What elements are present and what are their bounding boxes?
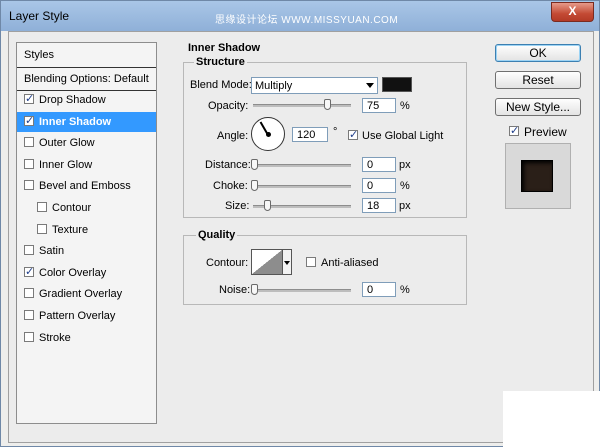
effect-item-satin[interactable]: Satin <box>17 241 156 261</box>
distance-unit: px <box>399 159 411 171</box>
effect-checkbox[interactable] <box>24 265 34 278</box>
size-unit: px <box>399 200 411 212</box>
preview-thumbnail <box>505 143 571 209</box>
effect-item-contour[interactable]: Contour <box>17 198 156 218</box>
structure-title: Structure <box>194 56 247 68</box>
effect-checkbox[interactable] <box>24 158 34 169</box>
effect-checkbox[interactable] <box>24 288 34 299</box>
effect-item-drop-shadow[interactable]: Drop Shadow <box>17 90 156 110</box>
effect-checkbox[interactable] <box>37 202 47 212</box>
contour-label: Contour: <box>206 257 249 269</box>
choke-slider-thumb[interactable] <box>251 180 258 191</box>
choke-label: Choke: <box>213 180 248 192</box>
noise-slider-thumb[interactable] <box>251 284 258 295</box>
panel-title: Inner Shadow <box>188 42 261 54</box>
quality-title: Quality <box>196 229 238 241</box>
distance-input[interactable]: 0 <box>362 157 396 172</box>
anti-aliased-label: Anti-aliased <box>321 257 379 269</box>
effect-checkbox[interactable] <box>24 180 34 191</box>
distance-slider-track[interactable] <box>253 164 351 167</box>
blend-mode-select[interactable]: Multiply <box>251 77 378 94</box>
reset-button[interactable]: Reset <box>495 71 581 89</box>
effect-label: Bevel and Emboss <box>39 180 131 193</box>
effect-label: Drop Shadow <box>39 94 106 106</box>
effect-item-stroke[interactable]: Stroke <box>17 328 156 348</box>
opacity-input[interactable]: 75 <box>362 98 396 113</box>
distance-slider-thumb[interactable] <box>251 159 258 170</box>
styles-list: Styles Blending Options: Default Drop Sh… <box>16 42 157 424</box>
window-title: Layer Style <box>9 9 70 23</box>
effect-label: Outer Glow <box>39 137 95 150</box>
preview-label: Preview <box>524 125 567 139</box>
blend-mode-value: Multiply <box>255 80 293 92</box>
effect-label: Satin <box>39 245 65 258</box>
effect-checkbox[interactable] <box>24 137 34 148</box>
effect-item-pattern-overlay[interactable]: Pattern Overlay <box>17 306 156 326</box>
ok-button[interactable]: OK <box>495 44 581 62</box>
effect-label: Inner Shadow <box>39 115 112 128</box>
opacity-label: Opacity: <box>208 100 249 112</box>
effect-item-inner-glow[interactable]: Inner Glow <box>17 155 156 175</box>
noise-unit: % <box>400 284 410 296</box>
blank-area <box>503 391 600 447</box>
new-style-button[interactable]: New Style... <box>495 98 581 116</box>
effect-label: Color Overlay <box>39 266 107 279</box>
effect-item-gradient-overlay[interactable]: Gradient Overlay <box>17 284 156 304</box>
contour-picker[interactable] <box>251 249 283 275</box>
size-label: Size: <box>225 200 250 212</box>
effect-checkbox[interactable] <box>24 331 34 342</box>
effect-item-inner-shadow[interactable]: Inner Shadow <box>17 111 156 132</box>
size-slider-thumb[interactable] <box>264 200 271 211</box>
choke-slider-track[interactable] <box>253 185 351 188</box>
watermark-text: 思缘设计论坛 WWW.MISSYUAN.COM <box>215 15 399 26</box>
choke-unit: % <box>400 180 410 192</box>
noise-input[interactable]: 0 <box>362 282 396 297</box>
effect-checkbox[interactable] <box>24 245 34 256</box>
noise-slider-track[interactable] <box>253 289 351 292</box>
angle-input[interactable]: 120 <box>292 127 328 142</box>
angle-dial[interactable] <box>251 117 285 151</box>
effect-checkbox[interactable] <box>37 223 47 234</box>
chevron-down-icon[interactable] <box>283 249 292 275</box>
close-icon: X <box>568 4 577 18</box>
choke-input[interactable]: 0 <box>362 178 396 193</box>
effect-item-bevel-and-emboss[interactable]: Bevel and Emboss <box>17 176 156 196</box>
preview-swatch <box>521 160 553 192</box>
blending-options-item[interactable]: Blending Options: Default <box>17 69 156 91</box>
preview-checkbox[interactable] <box>509 124 519 137</box>
effect-label: Pattern Overlay <box>39 310 116 322</box>
styles-header[interactable]: Styles <box>17 43 156 68</box>
blend-mode-label: Blend Mode: <box>190 79 252 91</box>
chevron-down-icon <box>366 83 374 88</box>
effect-item-color-overlay[interactable]: Color Overlay <box>17 263 156 283</box>
angle-label: Angle: <box>217 130 249 142</box>
use-global-light-label: Use Global Light <box>362 130 444 142</box>
effect-item-texture[interactable]: Texture <box>17 220 156 240</box>
effect-label: Stroke <box>39 331 71 344</box>
effect-checkbox[interactable] <box>24 92 34 105</box>
shadow-color-swatch[interactable] <box>382 77 412 92</box>
anti-aliased-checkbox[interactable] <box>306 257 316 267</box>
opacity-unit: % <box>400 100 410 112</box>
opacity-slider-thumb[interactable] <box>324 99 331 110</box>
angle-center-dot <box>266 132 271 137</box>
noise-label: Noise: <box>219 284 251 296</box>
use-global-light-checkbox[interactable] <box>348 128 358 141</box>
effect-label: Inner Glow <box>39 158 93 171</box>
effect-checkbox[interactable] <box>24 114 34 127</box>
effect-checkbox[interactable] <box>24 310 34 320</box>
size-input[interactable]: 18 <box>362 198 396 213</box>
effect-label: Contour <box>52 202 92 214</box>
opacity-slider-track[interactable] <box>253 104 351 107</box>
distance-label: Distance: <box>205 159 251 171</box>
effect-label: Texture <box>52 223 89 236</box>
effect-item-outer-glow[interactable]: Outer Glow <box>17 133 156 153</box>
effect-label: Gradient Overlay <box>39 288 123 301</box>
close-button[interactable]: X <box>551 2 594 22</box>
title-bar: Layer Style 思缘设计论坛 WWW.MISSYUAN.COM X <box>1 1 599 31</box>
angle-unit: ° <box>333 126 338 138</box>
